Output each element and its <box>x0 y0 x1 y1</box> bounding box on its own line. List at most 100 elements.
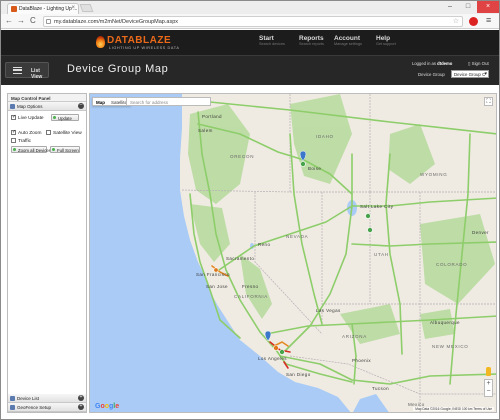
satellite-view-check[interactable] <box>46 130 51 135</box>
back-icon[interactable]: ← <box>5 16 13 26</box>
username: dtdemo <box>437 61 453 66</box>
auto-zoom-checkbox[interactable]: Auto Zoom <box>11 129 42 136</box>
nav-start-title: Start <box>259 35 274 42</box>
label-salem: Salem <box>198 128 213 133</box>
nav-reports-sub: Search reports <box>299 42 324 46</box>
app-header: DATABLAZE LIGHTING UP WIRELESS DATA Star… <box>1 30 499 55</box>
datablaze-logo[interactable]: DATABLAZE LIGHTING UP WIRELESS DATA <box>96 34 196 52</box>
page-info-icon[interactable] <box>46 19 51 24</box>
tab-title: DataBlaze - Lighting Up ... <box>19 6 78 12</box>
map-control-panel: Map Control Panel Map Options – Live Upd… <box>7 93 87 413</box>
datablaze-favicon-icon <box>11 6 17 12</box>
nav-account-sub: Manage settings <box>334 42 362 46</box>
nav-start-sub: Search devices <box>259 42 285 46</box>
label-arizona: ARIZONA <box>342 334 367 339</box>
label-san-jose: San Jose <box>206 284 228 289</box>
maximize-icon[interactable]: □ <box>459 1 477 13</box>
sign-out-link[interactable]: ▯ Sign Out <box>468 61 489 67</box>
label-fresno: Fresno <box>242 284 259 289</box>
label-nevada: NEVADA <box>286 234 309 239</box>
map-attribution[interactable]: Map Data ©2016 Google, INEGI 100 km Term… <box>413 407 494 411</box>
nav-account[interactable]: Account Manage settings <box>334 35 362 46</box>
forward-icon[interactable]: → <box>17 16 25 26</box>
expand-icon[interactable]: + <box>78 395 84 401</box>
page-header: List View Device Group Map Logged in as … <box>1 55 499 85</box>
label-los-angeles: Los Angeles <box>258 356 287 361</box>
label-new-mexico: NEW MEXICO <box>432 344 469 349</box>
auto-zoom-check[interactable] <box>11 129 16 135</box>
extension-icon[interactable] <box>469 17 478 26</box>
geofence-setup-header[interactable]: GeoFence Setup + <box>8 403 86 412</box>
nav-reports-title: Reports <box>299 35 324 42</box>
map-options-header[interactable]: Map Options – <box>8 102 86 111</box>
address-bar[interactable]: my.datablaze.com/m2mNet/DeviceGroupMap.a… <box>43 16 463 27</box>
live-update-label: Live Update <box>18 115 44 121</box>
label-las-vegas: Las Vegas <box>316 308 341 313</box>
zoom-out-icon[interactable]: − <box>485 388 492 396</box>
zoom-control[interactable]: + − <box>484 379 493 397</box>
label-boise: Boise <box>308 166 322 171</box>
tab-close-icon[interactable]: × <box>71 5 75 11</box>
map-canvas[interactable]: OREGON IDAHO WYOMING NEVADA UTAH COLORAD… <box>89 93 497 413</box>
label-oregon: OREGON <box>230 154 255 159</box>
live-update-check[interactable] <box>11 114 16 120</box>
url-text: my.datablaze.com/m2mNet/DeviceGroupMap.a… <box>54 19 179 25</box>
live-update-checkbox[interactable]: Live Update <box>11 114 44 121</box>
device-list-label: Device List <box>17 396 40 401</box>
map-search-input[interactable]: Search for address <box>126 97 211 106</box>
map-graphic <box>180 94 496 412</box>
login-status: Logged in as dtdemo <box>412 61 452 66</box>
zoom-in-icon[interactable]: + <box>485 380 492 388</box>
nav-help-title: Help <box>376 35 391 42</box>
map-type-map[interactable]: Map <box>93 98 108 106</box>
update-button[interactable]: Update <box>51 114 79 121</box>
update-label: Update <box>58 116 72 121</box>
label-phoenix: Phoenix <box>352 358 372 363</box>
label-tucson: Tucson <box>372 386 389 391</box>
full-screen-label: Full Screen <box>57 148 79 153</box>
label-sacramento: Sacramento <box>226 256 255 261</box>
label-salt-lake-city: Salt Lake City <box>360 204 394 209</box>
traffic-check[interactable] <box>11 138 16 143</box>
page-title: Device Group Map <box>67 63 169 75</box>
minimize-icon[interactable]: – <box>441 1 459 13</box>
device-marker-boise <box>300 161 306 167</box>
device-marker-la-1 <box>273 345 279 351</box>
traffic-checkbox[interactable]: Traffic <box>11 138 31 144</box>
device-group-select[interactable]: Device Group C <box>451 70 489 78</box>
sign-out-label: Sign Out <box>471 61 489 66</box>
browser-tab[interactable]: DataBlaze - Lighting Up ... × <box>7 3 79 14</box>
bookmark-star-icon[interactable]: ☆ <box>453 17 459 25</box>
label-portland: Portland <box>202 114 222 119</box>
browser-menu-icon[interactable]: ≡ <box>486 15 491 25</box>
map-options-icon <box>10 104 15 109</box>
full-screen-button[interactable]: Full Screen <box>50 146 80 153</box>
reload-icon[interactable]: C <box>30 16 36 26</box>
nav-start[interactable]: Start Search devices <box>259 35 285 46</box>
new-tab-button[interactable] <box>79 4 94 12</box>
satellite-view-checkbox[interactable]: Satellite View <box>46 130 82 136</box>
list-view-label: List View <box>31 68 43 80</box>
expand-icon[interactable]: + <box>78 404 84 410</box>
map-fullscreen-icon[interactable]: ⛶ <box>484 97 493 106</box>
label-albuquerque: Albuquerque <box>430 320 460 325</box>
panel-title: Map Control Panel <box>8 94 86 102</box>
device-list-header[interactable]: Device List + <box>8 394 86 403</box>
nav-account-title: Account <box>334 35 360 42</box>
device-marker-slc-1 <box>365 213 371 219</box>
label-idaho: IDAHO <box>316 134 334 139</box>
list-view-button[interactable]: List View <box>5 62 49 80</box>
logged-in-prefix: Logged in as <box>412 61 436 66</box>
logo-text: DATABLAZE <box>107 35 172 46</box>
geofence-setup-label: GeoFence Setup <box>17 405 52 410</box>
nav-help[interactable]: Help Get support <box>376 35 396 46</box>
auto-zoom-label: Auto Zoom <box>18 130 42 136</box>
collapse-icon[interactable]: – <box>78 103 84 109</box>
zoom-all-devices-button[interactable]: Zoom all Devices <box>11 146 51 153</box>
label-san-francisco: San Francisco <box>196 272 230 277</box>
logo-tagline: LIGHTING UP WIRELESS DATA <box>109 46 180 50</box>
close-window-icon[interactable]: × <box>477 1 499 13</box>
street-view-pegman-icon[interactable] <box>486 367 491 376</box>
label-california: CALIFORNIA <box>234 294 269 299</box>
nav-reports[interactable]: Reports Search reports <box>299 35 324 46</box>
